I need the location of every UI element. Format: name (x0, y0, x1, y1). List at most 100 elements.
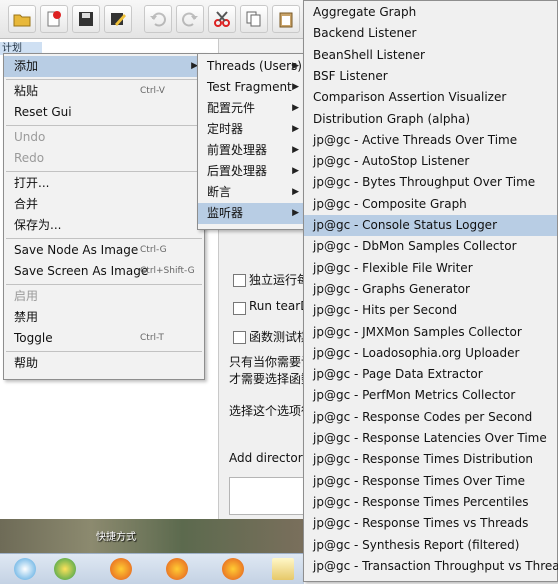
listener-menu-item[interactable]: jp@gc - Response Times Distribution (304, 449, 557, 470)
menu-item-label: 保存为... (14, 218, 62, 232)
listener-menu-item[interactable]: jp@gc - Response Times Percentiles (304, 492, 557, 513)
listener-menu-item[interactable]: jp@gc - Console Status Logger (304, 215, 557, 236)
submenu-item-label: 前置处理器 (207, 143, 268, 157)
menu-item-save-node-image[interactable]: Save Node As Image Ctrl-G (4, 240, 204, 261)
submenu-item-label: Test Fragment (207, 80, 292, 94)
listener-menu-item[interactable]: jp@gc - AutoStop Listener (304, 151, 557, 172)
cut-button[interactable] (208, 5, 236, 33)
listener-menu-item[interactable]: jp@gc - Page Data Extractor (304, 364, 557, 385)
redo-button[interactable] (176, 5, 204, 33)
run-each-checkbox[interactable] (233, 274, 246, 287)
chevron-right-icon: ▶ (292, 124, 299, 134)
menu-item-help[interactable]: 帮助 (4, 353, 204, 374)
app-icon[interactable] (54, 558, 76, 580)
run-teardown-checkbox[interactable] (233, 302, 246, 315)
listener-menu-item[interactable]: jp@gc - Active Threads Over Time (304, 130, 557, 151)
menu-item-toggle[interactable]: Toggle Ctrl-T (4, 328, 204, 349)
redo-icon (182, 12, 198, 27)
desktop-shortcut-label[interactable]: 快捷方式 (96, 528, 136, 543)
menu-item-label: Redo (14, 151, 45, 165)
menu-item-undo[interactable]: Undo (4, 127, 204, 148)
listener-menu-item[interactable]: Aggregate Graph (304, 2, 557, 23)
listener-menu-item[interactable]: jp@gc - Response Codes per Second (304, 407, 557, 428)
listener-menu-item[interactable]: jp@gc - Loadosophia.org Uploader (304, 343, 557, 364)
menu-item-redo[interactable]: Redo (4, 148, 204, 169)
desktop-wallpaper (0, 519, 304, 553)
menu-item-label: Reset Gui (14, 105, 72, 119)
listener-menu-item[interactable]: jp@gc - Transaction Throughput vs Thread… (304, 556, 558, 577)
submenu-item-threads[interactable]: Threads (Users) ▶ (198, 56, 305, 77)
firefox-icon[interactable] (110, 558, 132, 580)
functional-test-label: 函数测试棋 (249, 330, 310, 344)
chevron-right-icon: ▶ (292, 82, 299, 92)
run-each-label: 独立运行每 (249, 273, 310, 287)
menu-item-label: Save Screen As Image (14, 264, 149, 278)
listener-menu-item[interactable]: jp@gc - Bytes Throughput Over Time (304, 172, 557, 193)
listener-menu-item[interactable]: jp@gc - Response Latencies Over Time (304, 428, 557, 449)
menu-item-add[interactable]: 添加 ▶ (4, 56, 204, 77)
toolbar (0, 0, 304, 39)
close-file-button[interactable] (40, 5, 68, 33)
firefox-icon[interactable] (166, 558, 188, 580)
submenu-item-test-fragment[interactable]: Test Fragment ▶ (198, 77, 305, 98)
menu-separator (6, 125, 202, 126)
listener-menu-item[interactable]: BeanShell Listener (304, 45, 557, 66)
chevron-right-icon: ▶ (292, 103, 299, 113)
listener-menu-item[interactable]: jp@gc - PerfMon Metrics Collector (304, 385, 557, 406)
menu-item-reset-gui[interactable]: Reset Gui (4, 102, 204, 123)
firefox-icon[interactable] (222, 558, 244, 580)
menu-item-paste[interactable]: 粘贴 Ctrl-V (4, 81, 204, 102)
submenu-item-pre-processor[interactable]: 前置处理器 ▶ (198, 140, 305, 161)
listener-menu-item[interactable]: Distribution Graph (alpha) (304, 109, 557, 130)
menu-separator (6, 284, 202, 285)
menu-item-disable[interactable]: 禁用 (4, 307, 204, 328)
menu-item-shortcut: Ctrl-G (140, 245, 167, 255)
save-button[interactable] (72, 5, 100, 33)
listener-menu-item[interactable]: Backend Listener (304, 23, 557, 44)
menu-item-label: 添加 (14, 59, 39, 73)
menu-separator (6, 238, 202, 239)
menu-item-merge[interactable]: 合并 (4, 194, 204, 215)
scissors-icon (214, 11, 230, 27)
listener-menu-item[interactable]: jp@gc - Synthesis Report (filtered) (304, 535, 557, 556)
menu-item-open[interactable]: 打开... (4, 173, 204, 194)
menu-item-enable[interactable]: 启用 (4, 286, 204, 307)
listener-menu-item[interactable]: BSF Listener (304, 66, 557, 87)
menu-item-save-as[interactable]: 保存为... (4, 215, 204, 236)
folder-icon[interactable] (272, 558, 294, 580)
classpath-list[interactable] (229, 477, 305, 515)
undo-icon (150, 12, 166, 27)
functional-test-checkbox[interactable] (233, 331, 246, 344)
submenu-item-timer[interactable]: 定时器 ▶ (198, 119, 305, 140)
submenu-item-listener[interactable]: 监听器 ▶ (198, 203, 305, 224)
listener-menu-item[interactable]: jp@gc - Graphs Generator (304, 279, 557, 300)
menu-item-label: Toggle (14, 331, 53, 345)
listener-menu-item[interactable]: jp@gc - Hits per Second (304, 300, 557, 321)
menu-item-label: 启用 (14, 289, 39, 303)
submenu-item-assertion[interactable]: 断言 ▶ (198, 182, 305, 203)
undo-button[interactable] (144, 5, 172, 33)
menu-item-shortcut: Ctrl-T (140, 333, 164, 343)
edit-button[interactable] (104, 5, 132, 33)
listener-menu-item[interactable]: jp@gc - Response Times Over Time (304, 471, 557, 492)
submenu-item-post-processor[interactable]: 后置处理器 ▶ (198, 161, 305, 182)
chevron-right-icon: ▶ (292, 208, 299, 218)
menu-item-save-screen-image[interactable]: Save Screen As Image Ctrl+Shift-G (4, 261, 204, 282)
listener-menu-item[interactable]: jp@gc - JMXMon Samples Collector (304, 322, 557, 343)
submenu-item-label: 后置处理器 (207, 164, 268, 178)
menu-item-label: 合并 (14, 197, 39, 211)
copy-button[interactable] (240, 5, 268, 33)
menu-separator (6, 351, 202, 352)
start-orb-icon[interactable] (14, 558, 36, 580)
open-button[interactable] (8, 5, 36, 33)
listener-menu-item[interactable]: jp@gc - DbMon Samples Collector (304, 236, 557, 257)
listener-menu-item[interactable]: jp@gc - Flexible File Writer (304, 258, 557, 279)
listener-submenu: Aggregate Graph Backend Listener BeanShell… (303, 0, 558, 582)
submenu-item-config-element[interactable]: 配置元件 ▶ (198, 98, 305, 119)
menu-separator (6, 79, 202, 80)
listener-menu-item[interactable]: jp@gc - Response Times vs Threads (304, 513, 557, 534)
listener-menu-item[interactable]: jp@gc - Composite Graph (304, 194, 557, 215)
listener-menu-item[interactable]: Comparison Assertion Visualizer (304, 87, 557, 108)
paste-button[interactable] (272, 5, 300, 33)
clipboard-icon (279, 12, 293, 28)
